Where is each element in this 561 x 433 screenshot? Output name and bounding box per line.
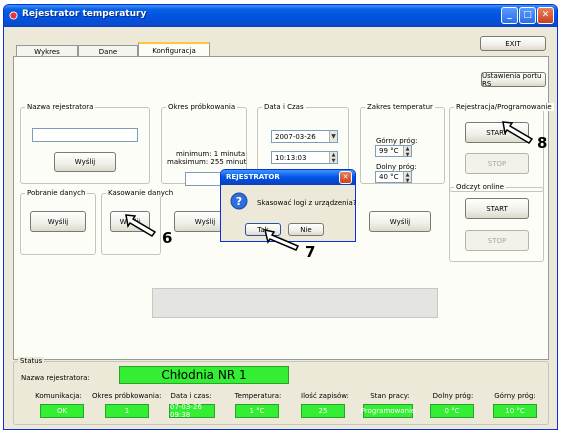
group-sampling-period-label: Okres próbkowania — [166, 103, 238, 111]
callout-7: 7 — [305, 243, 316, 261]
status-value: 0 °C — [430, 404, 474, 418]
status-header: Data i czas: — [170, 392, 212, 400]
status-value: 10 °C — [493, 404, 537, 418]
callout-6: 6 — [162, 229, 173, 247]
port-settings-button[interactable]: Ustawienia portu RS — [481, 72, 546, 88]
dialog-title: REJESTRATOR — [221, 170, 355, 185]
annotation-arrow-8 — [502, 121, 534, 144]
window-title: Rejestrator temperatury — [22, 9, 147, 19]
status-label: Status — [18, 357, 45, 365]
send-temp-range-button[interactable]: Wyślij — [369, 211, 431, 232]
time-field[interactable]: 10:13:03 ▲ ▼ — [271, 151, 338, 164]
annotation-arrow-7 — [263, 229, 300, 251]
upper-threshold-field[interactable]: 99 °C ▲ ▼ — [375, 145, 412, 158]
lower-threshold-value: 40 °C — [379, 173, 399, 181]
maximize-button[interactable]: □ — [519, 7, 536, 24]
svg-text:?: ? — [236, 195, 242, 208]
group-temp-range-label: Zakres temperatur — [365, 103, 435, 111]
group-date-time-label: Data i Czas — [262, 103, 306, 111]
minimize-button[interactable]: _ — [501, 7, 518, 24]
group-online-read-label: Odczyt online — [454, 183, 506, 191]
lower-threshold-field[interactable]: 40 °C ▲ ▼ — [375, 171, 412, 184]
group-delete-label: Kasowanie danych — [106, 189, 176, 197]
registration-stop-button[interactable]: STOP — [465, 153, 529, 174]
dialog-close-button[interactable]: ✕ — [339, 171, 352, 184]
status-value: OK — [40, 404, 84, 418]
status-value: 1 °C — [235, 404, 279, 418]
upper-threshold-value: 99 °C — [379, 147, 399, 155]
online-stop-button[interactable]: STOP — [465, 230, 529, 251]
minimize-icon: _ — [507, 10, 512, 20]
close-button[interactable]: ✕ — [537, 7, 554, 24]
online-start-button[interactable]: START — [465, 198, 529, 219]
time-spinner-icon[interactable]: ▲ ▼ — [329, 152, 337, 164]
group-registration-label: Rejestracja/Programowanie — [454, 103, 554, 111]
dialog-message: Skasować logi z urządzenia? — [257, 199, 357, 207]
status-value: Programowanie — [361, 404, 415, 418]
close-icon: ✕ — [541, 10, 550, 20]
time-value: 10:13:03 — [275, 153, 307, 162]
status-name-label: Nazwa rejestratora: — [21, 374, 90, 382]
group-recorder-name: Nazwa rejestratora Wyślij — [20, 103, 150, 184]
progress-bar — [152, 288, 438, 318]
status-header: Górny próg: — [494, 392, 536, 400]
status-header: Temperatura: — [234, 392, 282, 400]
app-icon — [9, 11, 18, 20]
exit-button[interactable]: EXIT — [480, 36, 546, 51]
title-bar[interactable]: Rejestrator temperatury _ □ ✕ — [4, 5, 557, 27]
send-name-button[interactable]: Wyślij — [54, 152, 116, 172]
tab-konfiguracja[interactable]: Konfiguracja — [138, 42, 210, 57]
close-icon: ✕ — [342, 173, 349, 181]
date-picker[interactable]: 2007-03-26 ▼ — [271, 130, 338, 143]
status-header: Okres próbkowania: — [92, 392, 162, 400]
status-value: 25 — [301, 404, 345, 418]
status-header: Ilość zapisów: — [301, 392, 349, 400]
group-download-label: Pobranie danych — [25, 189, 88, 197]
upper-threshold-label: Górny próg: — [376, 137, 418, 145]
status-value: 07-03-26 09:38 — [169, 403, 215, 419]
status-header: Komunikacja: — [35, 392, 82, 400]
date-value: 2007-03-26 — [275, 132, 316, 141]
annotation-arrow-6 — [125, 214, 157, 237]
period-min-text: minimum: 1 minuta — [176, 150, 246, 158]
lower-spinner-icon[interactable]: ▲ ▼ — [403, 172, 411, 184]
status-panel: Status Nazwa rejestratora: Chłodnia NR 1… — [13, 357, 549, 425]
question-icon: ? — [230, 192, 248, 210]
maximize-icon: □ — [523, 10, 532, 20]
chevron-down-icon[interactable]: ▼ — [329, 131, 337, 142]
send-download-button[interactable]: Wyślij — [30, 211, 86, 232]
group-online-read: Odczyt online START STOP — [449, 183, 544, 262]
status-header: Dolny próg: — [432, 392, 474, 400]
callout-8: 8 — [537, 134, 548, 152]
recorder-name-input[interactable] — [32, 128, 138, 142]
upper-spinner-icon[interactable]: ▲ ▼ — [403, 146, 411, 158]
status-value: 1 — [105, 404, 149, 418]
period-max-text: maksimum: 255 minut — [167, 158, 247, 166]
lower-threshold-label: Dolny próg: — [376, 163, 417, 171]
status-header: Stan pracy: — [370, 392, 410, 400]
group-recorder-name-label: Nazwa rejestratora — [25, 103, 96, 111]
status-name-value: Chłodnia NR 1 — [119, 366, 289, 384]
group-temp-range: Zakres temperatur Górny próg: 99 °C ▲ ▼ D… — [360, 103, 445, 184]
group-download: Pobranie danych Wyślij — [20, 189, 96, 255]
